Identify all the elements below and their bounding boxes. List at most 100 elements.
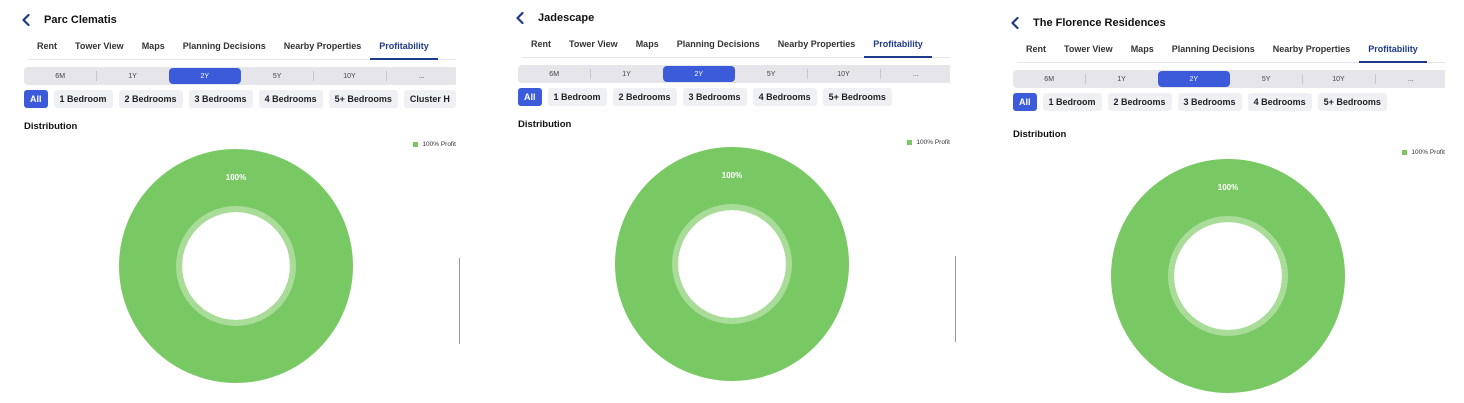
period-option[interactable]: 1Y bbox=[1085, 71, 1157, 87]
legend-swatch bbox=[907, 140, 913, 145]
donut-chart: 100% bbox=[1111, 159, 1345, 393]
bedroom-chip[interactable]: All bbox=[1013, 93, 1037, 111]
tab-rent[interactable]: Rent bbox=[28, 37, 66, 58]
donut-data-label: 100% bbox=[722, 171, 742, 180]
legend-swatch bbox=[413, 142, 419, 147]
property-panel: Jadescape Rent Tower View Maps Planning Deci… bbox=[510, 0, 950, 403]
donut-chart: 100% bbox=[615, 147, 849, 381]
period-option[interactable]: 10Y bbox=[313, 68, 385, 84]
tab-planning-decisions[interactable]: Planning Decisions bbox=[668, 35, 769, 56]
chart-legend: 100% Profit bbox=[1402, 149, 1445, 156]
tab-planning-decisions[interactable]: Planning Decisions bbox=[1163, 40, 1264, 61]
donut-chart: 100% bbox=[119, 149, 353, 383]
panel-header: The Florence Residences bbox=[1005, 13, 1166, 33]
section-title: Distribution bbox=[1013, 129, 1067, 140]
period-option[interactable]: 5Y bbox=[735, 66, 807, 82]
back-button[interactable] bbox=[1005, 13, 1025, 33]
bedroom-chip[interactable]: 2 Bedrooms bbox=[1107, 93, 1172, 111]
bedroom-chip[interactable]: 4 Bedrooms bbox=[1247, 93, 1312, 111]
tab-maps[interactable]: Maps bbox=[133, 37, 174, 58]
property-title: Jadescape bbox=[538, 12, 595, 24]
tab-bar: Rent Tower View Maps Planning Decisions Near… bbox=[28, 37, 456, 60]
bedroom-chip[interactable]: 3 Bedrooms bbox=[188, 90, 253, 108]
section-title: Distribution bbox=[24, 121, 78, 132]
bedroom-chip[interactable]: 5+ Bedrooms bbox=[328, 90, 398, 108]
panel-header: Jadescape bbox=[510, 8, 594, 28]
tab-tower-view[interactable]: Tower View bbox=[1055, 40, 1122, 61]
chevron-left-icon bbox=[22, 14, 30, 26]
tab-maps[interactable]: Maps bbox=[627, 35, 668, 56]
tab-rent[interactable]: Rent bbox=[1017, 40, 1055, 61]
period-selector: 6M 1Y 2Y 5Y 10Y... bbox=[518, 65, 950, 83]
bedroom-chip[interactable]: 1 Bedroom bbox=[547, 88, 607, 106]
bedroom-chip[interactable]: 5+ Bedrooms bbox=[1317, 93, 1387, 111]
chevron-left-icon bbox=[516, 12, 524, 24]
period-option[interactable]: 2Y bbox=[662, 66, 735, 82]
tab-planning-decisions[interactable]: Planning Decisions bbox=[174, 37, 275, 58]
tab-tower-view[interactable]: Tower View bbox=[66, 37, 133, 58]
tab-profitability[interactable]: Profitability bbox=[370, 37, 438, 60]
period-selector: 6M 1Y 2Y 5Y 10Y... bbox=[24, 67, 456, 85]
tab-maps[interactable]: Maps bbox=[1122, 40, 1163, 61]
back-button[interactable] bbox=[16, 10, 36, 30]
chart-legend: 100% Profit bbox=[907, 139, 950, 146]
bedroom-chip[interactable]: 4 Bedrooms bbox=[752, 88, 817, 106]
tab-bar: Rent Tower View Maps Planning Decisions Near… bbox=[1017, 40, 1445, 63]
period-option[interactable]: ... bbox=[385, 68, 456, 84]
period-option[interactable]: 10Y bbox=[807, 66, 879, 82]
period-option[interactable]: 5Y bbox=[241, 68, 313, 84]
period-option[interactable]: 1Y bbox=[590, 66, 662, 82]
chart-legend: 100% Profit bbox=[413, 141, 456, 148]
period-option[interactable]: 6M bbox=[1013, 71, 1085, 87]
legend-label: 100% Profit bbox=[916, 139, 950, 146]
period-option[interactable]: 1Y bbox=[96, 68, 168, 84]
property-panel: The Florence Residences Rent Tower View Map… bbox=[1005, 0, 1445, 403]
tab-nearby-properties[interactable]: Nearby Properties bbox=[1264, 40, 1360, 61]
tab-nearby-properties[interactable]: Nearby Properties bbox=[769, 35, 865, 56]
bedroom-chip[interactable]: 4 Bedrooms bbox=[258, 90, 323, 108]
period-option[interactable]: 6M bbox=[24, 68, 96, 84]
legend-label: 100% Profit bbox=[1411, 149, 1445, 156]
bedroom-chip[interactable]: All bbox=[24, 90, 48, 108]
legend-label: 100% Profit bbox=[422, 141, 456, 148]
donut-inner-ring bbox=[672, 204, 792, 324]
period-option[interactable]: 6M bbox=[518, 66, 590, 82]
tab-tower-view[interactable]: Tower View bbox=[560, 35, 627, 56]
tab-profitability[interactable]: Profitability bbox=[864, 35, 932, 58]
bedroom-chip[interactable]: 2 Bedrooms bbox=[118, 90, 183, 108]
tab-nearby-properties[interactable]: Nearby Properties bbox=[275, 37, 371, 58]
period-option[interactable]: 2Y bbox=[1157, 71, 1230, 87]
back-button[interactable] bbox=[510, 8, 530, 28]
chevron-left-icon bbox=[1011, 17, 1019, 29]
bedroom-chip[interactable]: 1 Bedroom bbox=[53, 90, 113, 108]
donut-data-label: 100% bbox=[1218, 183, 1238, 192]
property-title: The Florence Residences bbox=[1033, 17, 1166, 29]
period-option[interactable]: 10Y bbox=[1302, 71, 1374, 87]
property-title: Parc Clematis bbox=[44, 14, 117, 26]
period-option[interactable]: ... bbox=[879, 66, 950, 82]
period-option[interactable]: ... bbox=[1374, 71, 1445, 87]
scroll-indicator[interactable] bbox=[459, 258, 460, 344]
bedroom-chip[interactable]: 3 Bedrooms bbox=[682, 88, 747, 106]
bedroom-chip[interactable]: 1 Bedroom bbox=[1042, 93, 1102, 111]
tab-bar: Rent Tower View Maps Planning Decisions Near… bbox=[522, 35, 950, 58]
tab-rent[interactable]: Rent bbox=[522, 35, 560, 56]
period-selector: 6M 1Y 2Y 5Y 10Y... bbox=[1013, 70, 1445, 88]
bedroom-filter: All 1 Bedroom 2 Bedrooms 3 Bedrooms 4 Bedroo… bbox=[24, 90, 456, 108]
period-option[interactable]: 2Y bbox=[168, 68, 241, 84]
donut-inner-ring bbox=[1168, 216, 1288, 336]
donut-inner-ring bbox=[176, 206, 296, 326]
bedroom-filter: All 1 Bedroom 2 Bedrooms 3 Bedrooms 4 Bedroo… bbox=[518, 88, 892, 106]
donut-data-label: 100% bbox=[226, 173, 246, 182]
bedroom-chip[interactable]: All bbox=[518, 88, 542, 106]
property-panel: Parc Clematis Rent Tower View Maps Planning … bbox=[16, 0, 456, 403]
bedroom-chip[interactable]: 2 Bedrooms bbox=[612, 88, 677, 106]
tab-profitability[interactable]: Profitability bbox=[1359, 40, 1427, 63]
period-option[interactable]: 5Y bbox=[1230, 71, 1302, 87]
bedroom-chip[interactable]: 5+ Bedrooms bbox=[822, 88, 892, 106]
bedroom-chip[interactable]: 3 Bedrooms bbox=[1177, 93, 1242, 111]
scroll-indicator[interactable] bbox=[955, 256, 956, 342]
section-title: Distribution bbox=[518, 119, 572, 130]
bedroom-chip[interactable]: Cluster H bbox=[403, 90, 456, 108]
panel-header: Parc Clematis bbox=[16, 10, 117, 30]
